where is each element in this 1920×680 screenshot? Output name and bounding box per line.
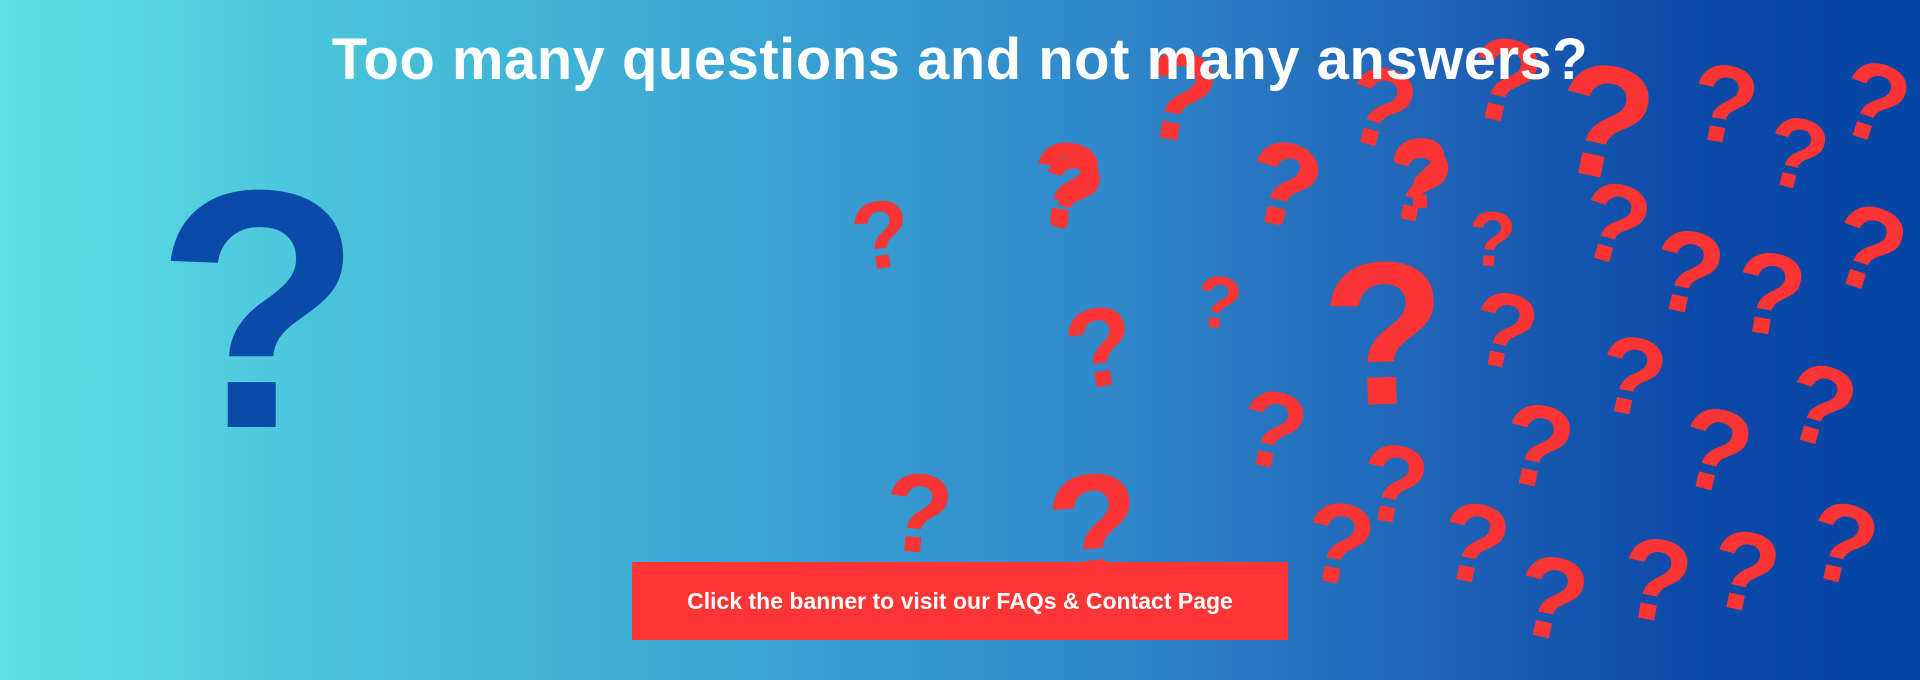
question-mark-icon: ? (1665, 378, 1766, 522)
big-question-mark-icon: ? (155, 120, 363, 500)
question-mark-icon: ? (1794, 474, 1891, 613)
question-mark-icon: ? (1586, 309, 1678, 444)
question-mark-icon: ? (844, 178, 918, 293)
question-mark-icon: ? (1639, 201, 1736, 343)
question-mark-icon: ? (1753, 92, 1840, 216)
question-mark-icon: ? (1190, 258, 1247, 347)
question-mark-icon: ? (1318, 217, 1451, 451)
question-mark-icon: ? (1293, 475, 1385, 614)
banner-headline: Too many questions and not many answers? (331, 27, 1589, 92)
question-mark-icon: ? (1055, 280, 1145, 415)
question-mark-icon: ? (1460, 266, 1549, 396)
question-mark-icon: ? (1609, 509, 1702, 651)
question-mark-icon: ? (1813, 175, 1920, 323)
question-mark-icon: ? (1723, 223, 1816, 365)
question-mark-icon: ? (1427, 475, 1521, 612)
faq-contact-button[interactable]: Click the banner to visit our FAQs & Con… (632, 562, 1288, 640)
question-mark-icon: ? (1503, 527, 1600, 669)
question-mark-icon: ? (877, 447, 959, 580)
faq-banner[interactable]: Too many questions and not many answers?… (0, 0, 1920, 680)
question-mark-icon: ? (1697, 503, 1791, 640)
question-mark-icon: ? (1228, 363, 1318, 496)
